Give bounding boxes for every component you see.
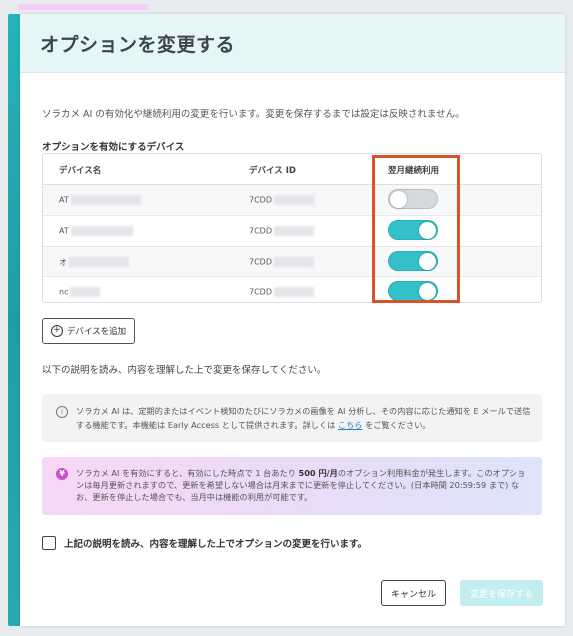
modal-accent-bar <box>8 14 20 626</box>
redacted-text <box>274 256 314 267</box>
background-tab-strip <box>18 4 148 10</box>
renewal-toggle[interactable] <box>388 189 438 209</box>
table-row: オ 7CDD <box>43 246 541 278</box>
modal-header: オプションを変更する <box>20 14 565 73</box>
header-device-id: デバイス ID <box>249 166 296 176</box>
confirm-label[interactable]: 上記の説明を読み、内容を理解した上でオプションの変更を行います。 <box>64 536 367 550</box>
redacted-text <box>70 287 101 298</box>
details-link[interactable]: こちら <box>338 420 363 430</box>
redacted-text <box>274 225 314 236</box>
renewal-toggle[interactable] <box>388 219 438 240</box>
info-icon: i <box>56 406 68 418</box>
redacted-text <box>274 195 314 205</box>
info-text: ソラカメ AI は、定期的またはイベント検知のたびにソラカメの画像を AI 分析… <box>76 406 531 430</box>
device-name: オ <box>59 257 129 268</box>
renewal-toggle[interactable] <box>388 250 438 271</box>
info-box: i ソラカメ AI は、定期的またはイベント検知のたびにソラカメの画像を AI … <box>42 394 542 442</box>
renewal-toggle[interactable] <box>388 281 438 302</box>
device-name: AT <box>59 195 141 205</box>
header-renewal: 翌月継続利用 <box>388 166 440 176</box>
redacted-text <box>70 195 141 205</box>
device-id: 7CDD <box>249 256 314 267</box>
add-device-button[interactable]: + デバイスを追加 <box>42 318 135 344</box>
redacted-text <box>69 257 129 267</box>
yen-icon: ¥ <box>56 468 68 480</box>
pricing-amount: 500 円/月 <box>298 468 338 478</box>
section-title: オプションを有効にするデバイス <box>42 142 185 153</box>
confirm-checkbox[interactable] <box>42 536 56 550</box>
toggle-knob <box>419 283 436 301</box>
table-row: AT 7CDD <box>43 185 541 216</box>
modal-description: ソラカメ AI の有効化や継続利用の変更を行います。変更を保存するまでは設定は反… <box>42 109 465 120</box>
device-id: 7CDD <box>249 225 314 236</box>
redacted-text <box>70 225 133 236</box>
add-device-label: デバイスを追加 <box>66 327 127 337</box>
device-name: nc <box>59 287 101 298</box>
redacted-text <box>274 287 314 298</box>
table-row: nc 7CDD <box>43 277 541 307</box>
table-header: デバイス名 デバイス ID 翌月継続利用 <box>43 154 541 185</box>
device-name: AT <box>59 225 133 236</box>
info-text-end: をご覧ください。 <box>362 420 431 430</box>
modal-title: オプションを変更する <box>40 33 236 56</box>
confirm-row[interactable]: 上記の説明を読み、内容を理解した上でオプションの変更を行います。 <box>42 536 367 550</box>
instruction-text: 以下の説明を読み、内容を理解した上で変更を保存してください。 <box>42 365 327 376</box>
cancel-button[interactable]: キャンセル <box>381 580 446 606</box>
table-row: AT 7CDD <box>43 216 541 247</box>
pricing-notice: ¥ ソラカメ AI を有効にすると、有効にした時点で 1 台あたり 500 円/… <box>42 457 542 515</box>
device-id: 7CDD <box>249 195 314 205</box>
device-id: 7CDD <box>249 287 314 298</box>
toggle-knob <box>390 191 407 208</box>
header-device-name: デバイス名 <box>59 166 102 176</box>
device-table: デバイス名 デバイス ID 翌月継続利用 AT 7CDD AT 7CDD オ 7… <box>42 153 542 303</box>
plus-icon: + <box>50 325 63 337</box>
pricing-text-1: ソラカメ AI を有効にすると、有効にした時点で 1 台あたり <box>76 468 299 478</box>
save-button[interactable]: 変更を保存する <box>460 580 543 606</box>
toggle-knob <box>419 252 436 270</box>
toggle-knob <box>419 221 436 239</box>
